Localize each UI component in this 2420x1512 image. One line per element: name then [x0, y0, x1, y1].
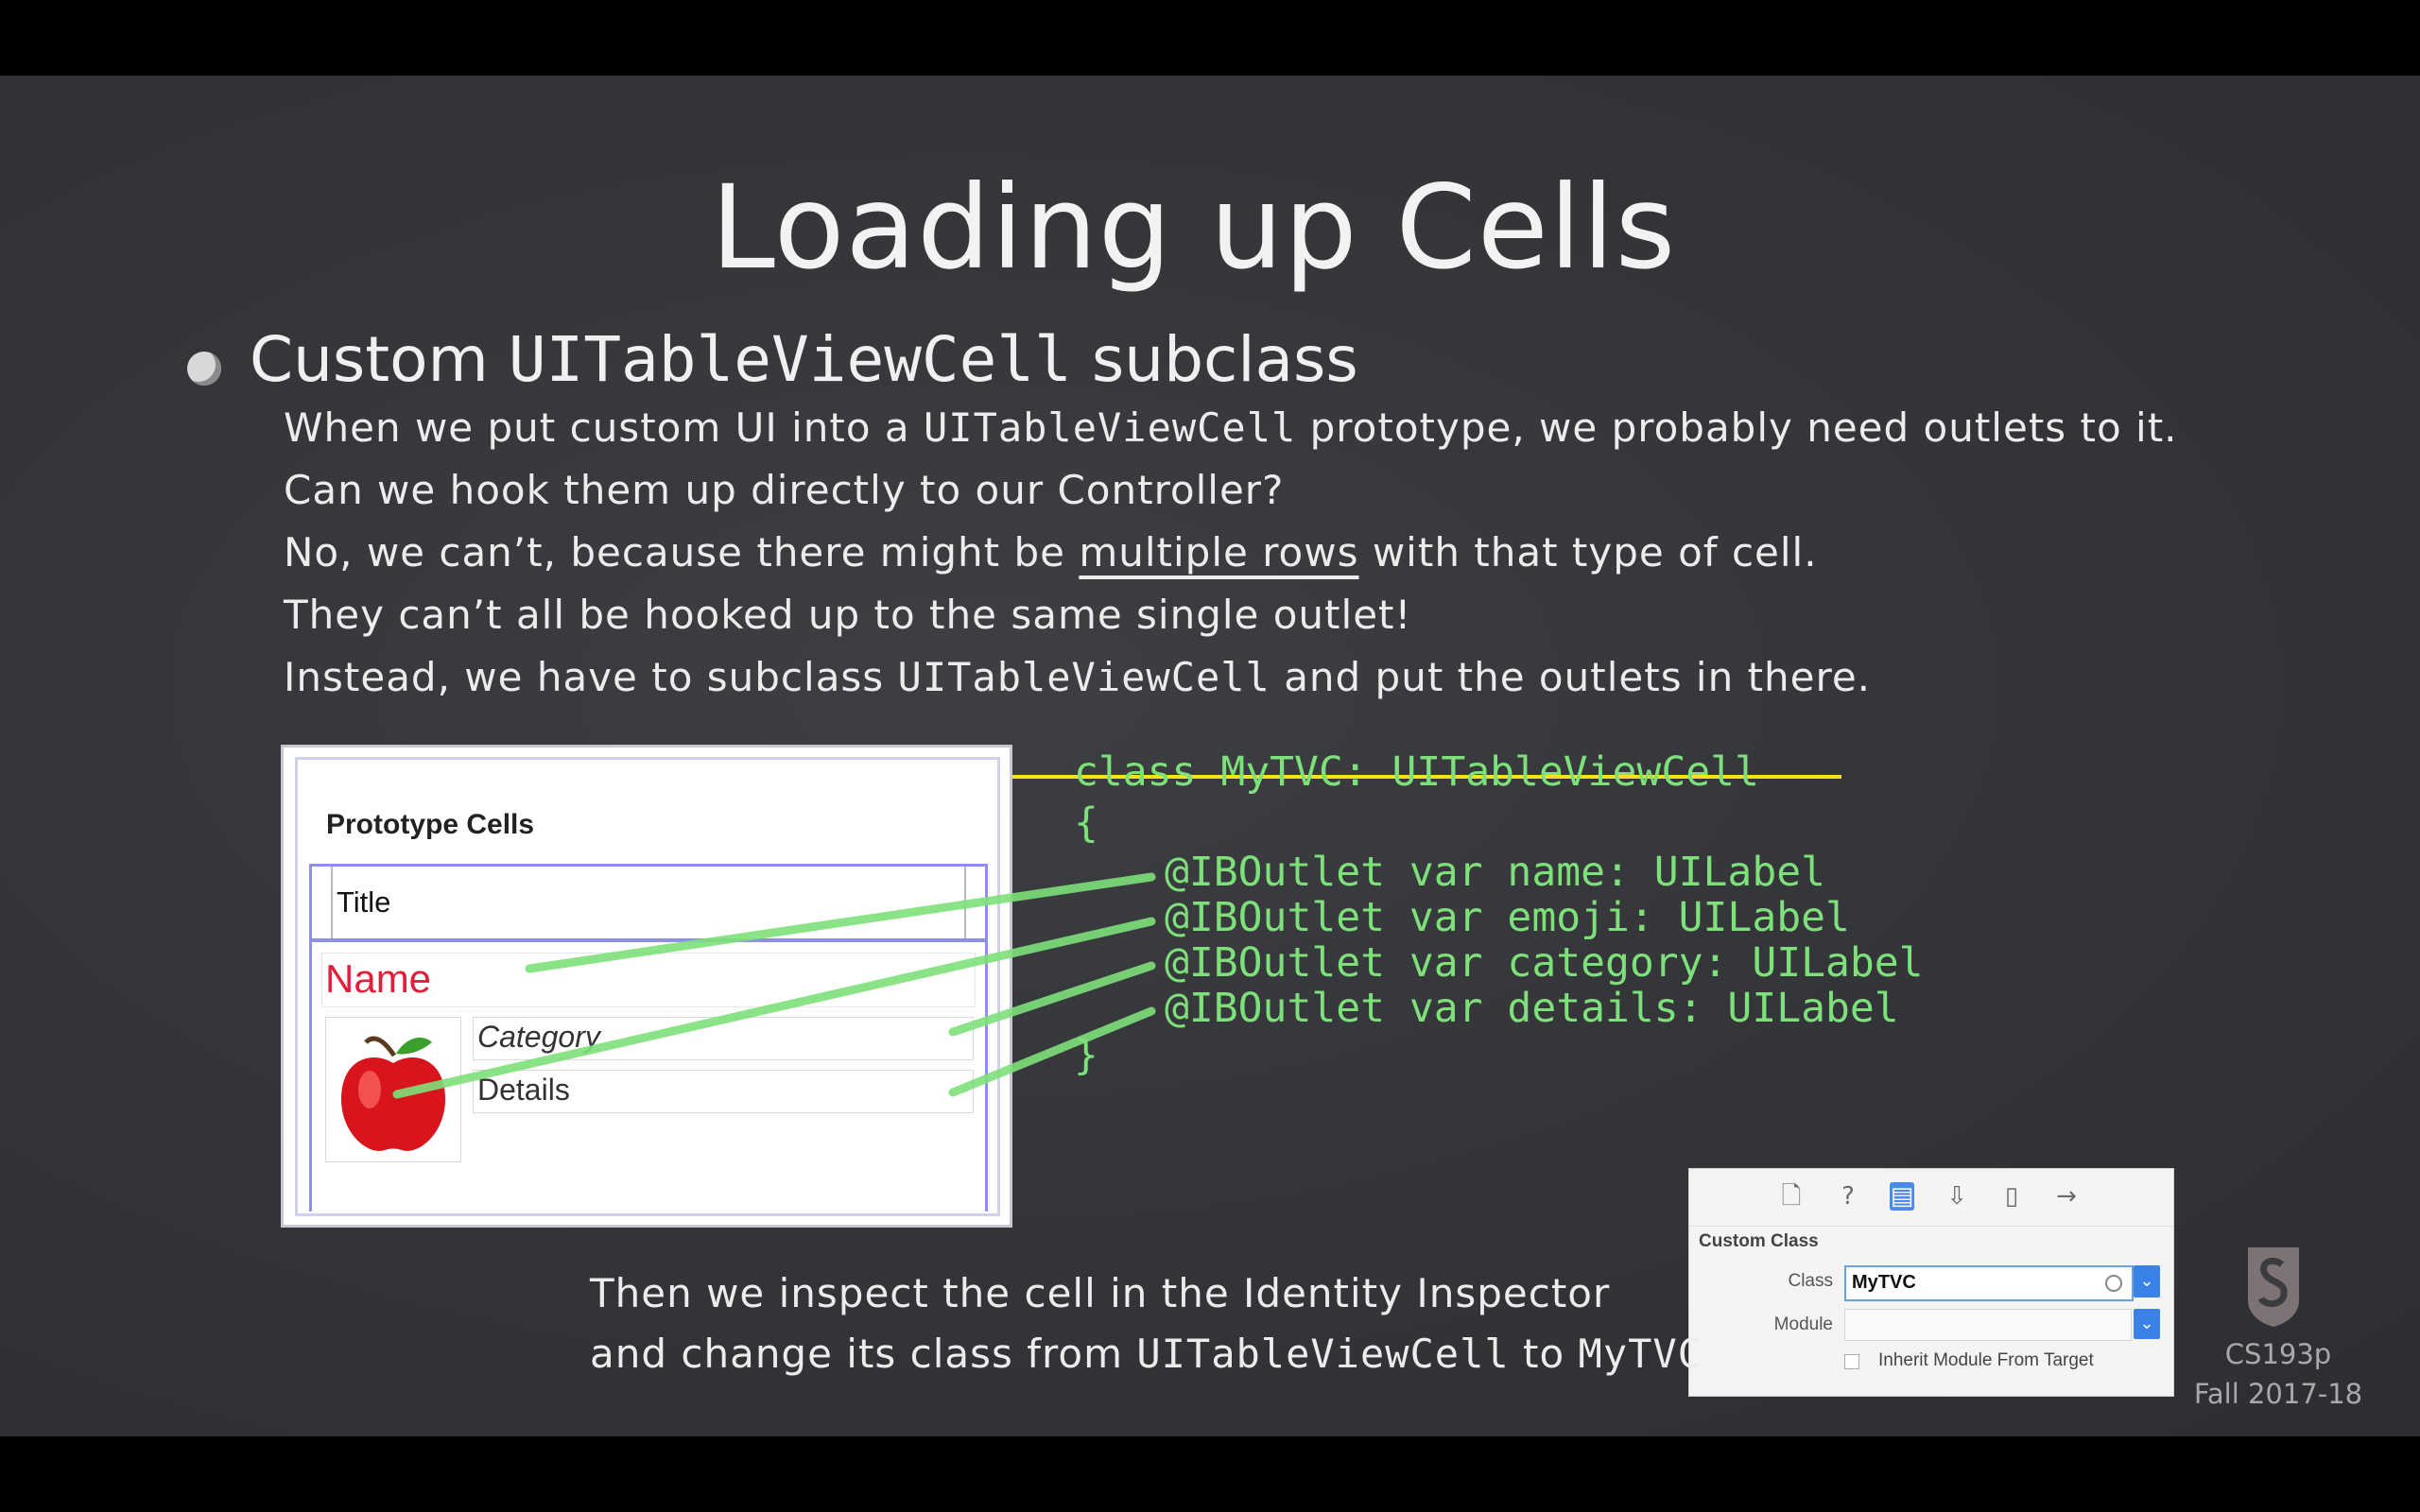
stanford-logo	[2248, 1247, 2299, 1327]
module-dropdown-button[interactable]: ⌄	[2134, 1309, 2160, 1339]
inspector-tab-bar: 🗋 ? ▤ ⇩ ▯ →	[1689, 1169, 2173, 1227]
clear-icon[interactable]	[2105, 1275, 2122, 1292]
course-term: Fall 2017-18	[2193, 1378, 2363, 1410]
class-dropdown-button[interactable]: ⌄	[2134, 1265, 2160, 1297]
file-inspector-icon[interactable]: 🗋	[1779, 1182, 1804, 1211]
module-field-label: Module	[1773, 1314, 1833, 1334]
connections-inspector-icon[interactable]: →	[2054, 1182, 2079, 1211]
caption-line-2: and change its class from UITableViewCel…	[590, 1331, 1703, 1377]
custom-class-heading: Custom Class	[1699, 1231, 1819, 1251]
class-field-value: MyTVC	[1852, 1272, 1916, 1293]
identity-inspector: 🗋 ? ▤ ⇩ ▯ → Custom Class Class MyTVC ⌄ M…	[1688, 1168, 2174, 1397]
slide: Loading up Cells Custom UITableViewCell …	[0, 76, 2420, 1436]
class-field-label: Class	[1788, 1271, 1833, 1291]
size-inspector-icon[interactable]: ▯	[1999, 1182, 2024, 1211]
help-icon[interactable]: ?	[1836, 1182, 1860, 1211]
module-field[interactable]	[1844, 1309, 2132, 1341]
inherit-module-checkbox[interactable]	[1844, 1354, 1859, 1369]
course-name: CS193p	[2224, 1338, 2332, 1370]
caption-line-1: Then we inspect the cell in the Identity…	[590, 1270, 1611, 1316]
inherit-module-label: Inherit Module From Target	[1878, 1350, 2094, 1370]
class-field[interactable]: MyTVC	[1844, 1265, 2134, 1301]
identity-inspector-icon[interactable]: ▤	[1890, 1182, 1914, 1211]
attributes-inspector-icon[interactable]: ⇩	[1945, 1182, 1969, 1211]
